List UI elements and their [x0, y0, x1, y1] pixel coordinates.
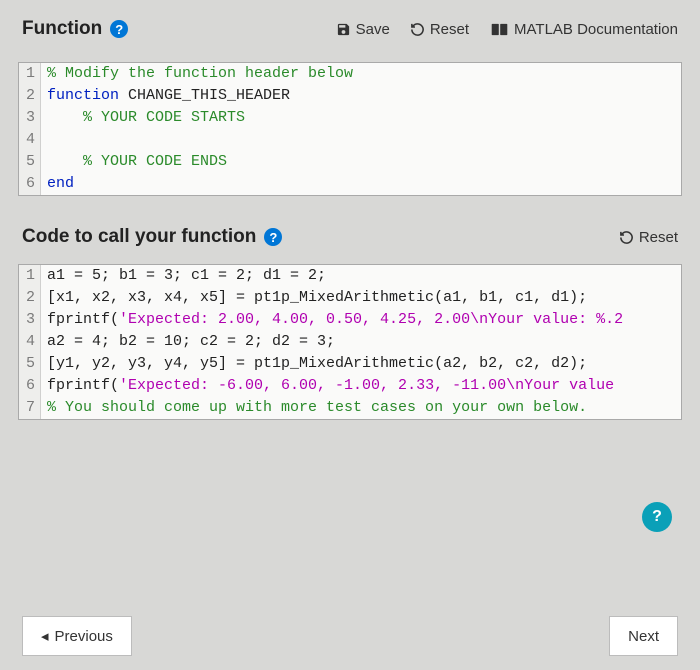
chevron-left-icon: ◂ [41, 627, 49, 645]
save-button[interactable]: Save [336, 21, 390, 38]
reset-call-button[interactable]: Reset [619, 229, 678, 246]
code-line[interactable]: 6fprintf('Expected: -6.00, 6.00, -1.00, … [19, 375, 681, 397]
code-text[interactable]: a1 = 5; b1 = 3; c1 = 2; d1 = 2; [41, 265, 326, 287]
code-text[interactable]: % YOUR CODE STARTS [41, 107, 245, 129]
code-text[interactable]: % YOUR CODE ENDS [41, 151, 227, 173]
reset-label: Reset [430, 21, 469, 38]
code-text[interactable]: [y1, y2, y3, y4, y5] = pt1p_MixedArithme… [41, 353, 587, 375]
code-text[interactable]: function CHANGE_THIS_HEADER [41, 85, 290, 107]
reset-button[interactable]: Reset [410, 21, 469, 38]
next-button[interactable]: Next [609, 616, 678, 656]
line-number: 5 [19, 151, 41, 173]
line-number: 3 [19, 309, 41, 331]
code-line[interactable]: 2[x1, x2, x3, x4, x5] = pt1p_MixedArithm… [19, 287, 681, 309]
code-line[interactable]: 4 [19, 129, 681, 151]
code-text[interactable]: a2 = 4; b2 = 10; c2 = 2; d2 = 3; [41, 331, 335, 353]
code-line[interactable]: 7% You should come up with more test cas… [19, 397, 681, 419]
code-line[interactable]: 2function CHANGE_THIS_HEADER [19, 85, 681, 107]
save-label: Save [356, 21, 390, 38]
function-editor[interactable]: 1% Modify the function header below2func… [18, 62, 682, 196]
line-number: 7 [19, 397, 41, 419]
code-text[interactable]: [x1, x2, x3, x4, x5] = pt1p_MixedArithme… [41, 287, 587, 309]
next-label: Next [628, 628, 659, 645]
book-icon [491, 23, 508, 36]
reset-call-label: Reset [639, 229, 678, 246]
reset-icon [619, 230, 634, 245]
previous-button[interactable]: ◂ Previous [22, 616, 132, 656]
matlab-doc-label: MATLAB Documentation [514, 21, 678, 38]
line-number: 1 [19, 63, 41, 85]
matlab-doc-link[interactable]: MATLAB Documentation [491, 21, 678, 38]
call-editor[interactable]: 1a1 = 5; b1 = 3; c1 = 2; d1 = 2;2[x1, x2… [18, 264, 682, 420]
code-line[interactable]: 3fprintf('Expected: 2.00, 4.00, 0.50, 4.… [19, 309, 681, 331]
line-number: 4 [19, 331, 41, 353]
code-line[interactable]: 6end [19, 173, 681, 195]
code-text[interactable]: fprintf('Expected: 2.00, 4.00, 0.50, 4.2… [41, 309, 623, 331]
code-line[interactable]: 4a2 = 4; b2 = 10; c2 = 2; d2 = 3; [19, 331, 681, 353]
line-number: 6 [19, 375, 41, 397]
line-number: 4 [19, 129, 41, 151]
help-icon[interactable]: ? [264, 228, 282, 246]
reset-icon [410, 22, 425, 37]
save-icon [336, 22, 351, 37]
code-text[interactable]: end [41, 173, 74, 195]
code-text[interactable]: % Modify the function header below [41, 63, 353, 85]
help-icon[interactable]: ? [110, 20, 128, 38]
line-number: 3 [19, 107, 41, 129]
code-line[interactable]: 3 % YOUR CODE STARTS [19, 107, 681, 129]
code-line[interactable]: 1% Modify the function header below [19, 63, 681, 85]
line-number: 1 [19, 265, 41, 287]
code-text[interactable]: % You should come up with more test case… [41, 397, 587, 419]
chat-help-button[interactable]: ? [642, 502, 672, 532]
code-line[interactable]: 1a1 = 5; b1 = 3; c1 = 2; d1 = 2; [19, 265, 681, 287]
page-title: Function [22, 18, 102, 40]
line-number: 2 [19, 287, 41, 309]
code-text[interactable]: fprintf('Expected: -6.00, 6.00, -1.00, 2… [41, 375, 614, 397]
code-line[interactable]: 5 % YOUR CODE ENDS [19, 151, 681, 173]
previous-label: Previous [55, 628, 113, 645]
line-number: 2 [19, 85, 41, 107]
call-section-title: Code to call your function [22, 226, 256, 248]
line-number: 5 [19, 353, 41, 375]
code-line[interactable]: 5[y1, y2, y3, y4, y5] = pt1p_MixedArithm… [19, 353, 681, 375]
line-number: 6 [19, 173, 41, 195]
code-text[interactable] [41, 129, 56, 151]
